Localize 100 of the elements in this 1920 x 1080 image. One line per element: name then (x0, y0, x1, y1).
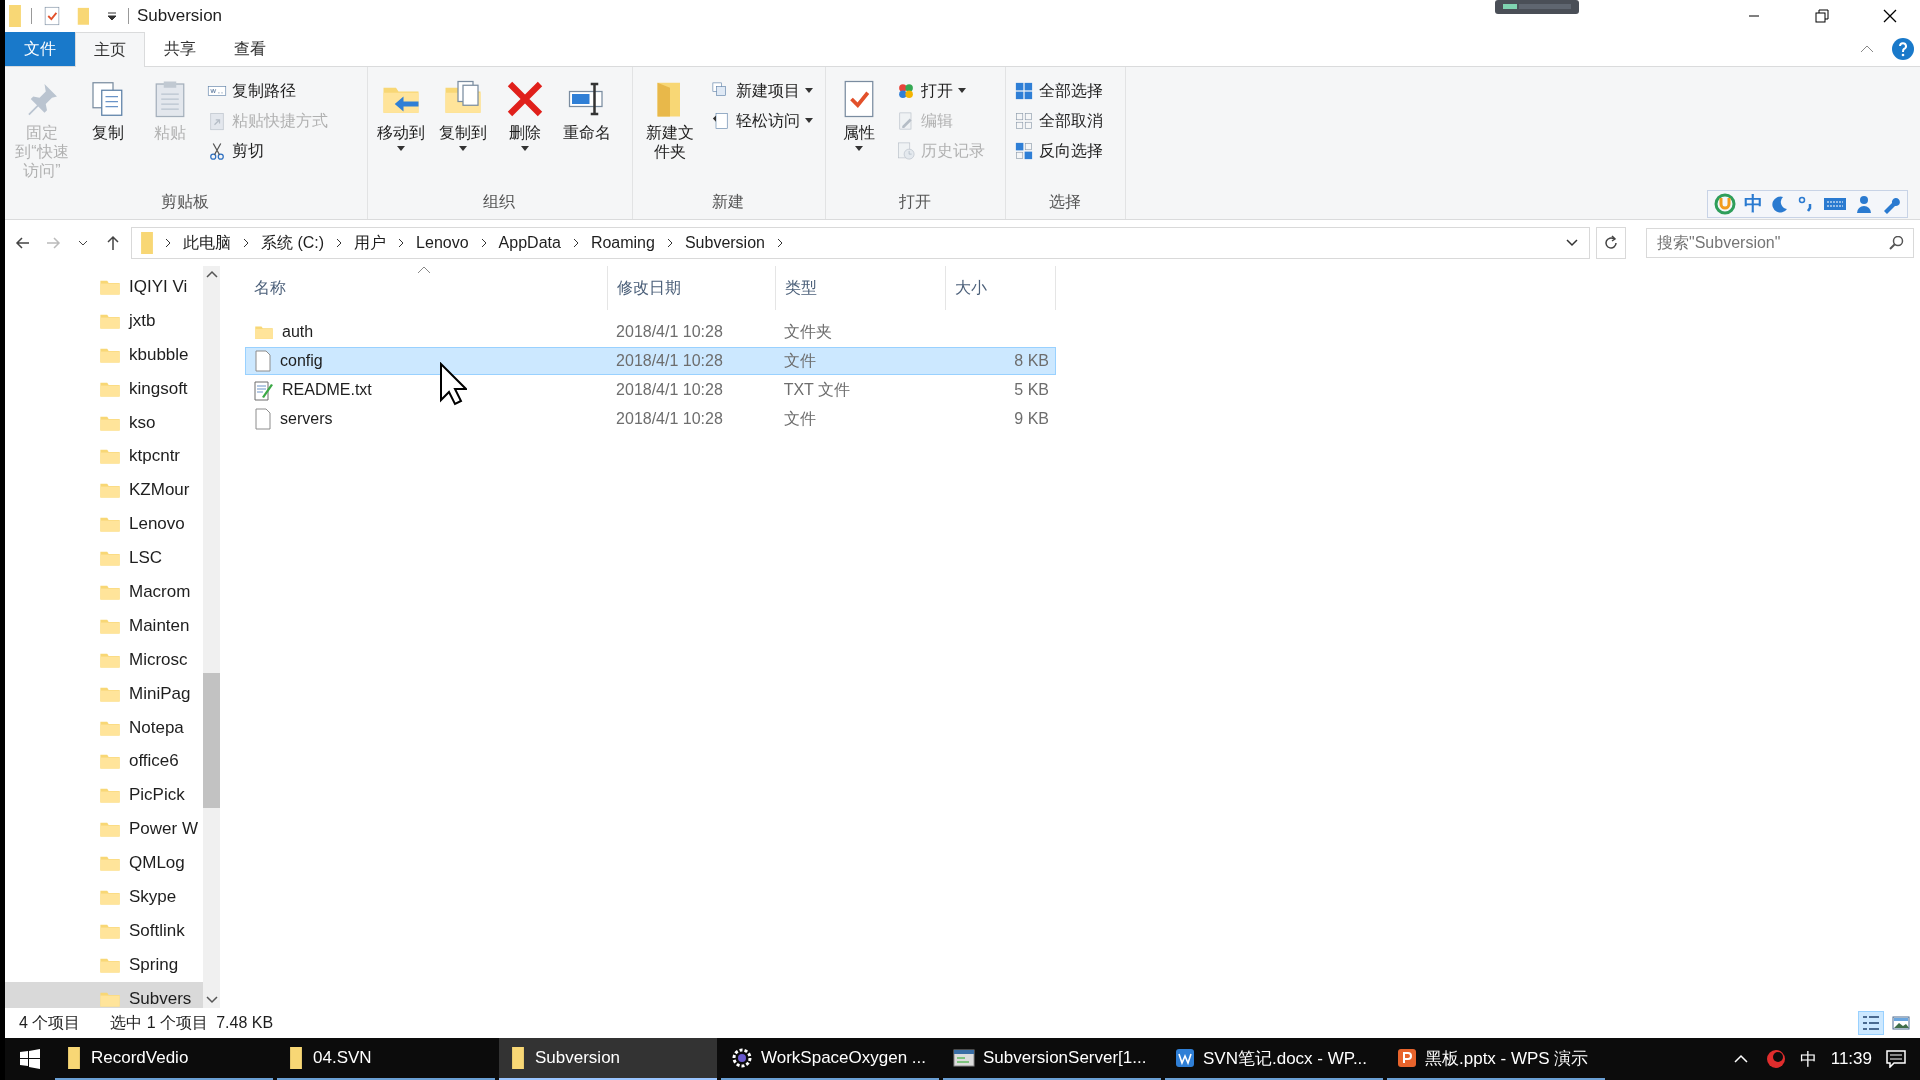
folder-tree-item[interactable]: QMLog (5, 846, 203, 881)
folder-tree-item[interactable]: kso (5, 405, 203, 440)
moon-icon (1771, 195, 1789, 213)
ribbon-button[interactable]: 删除 (496, 73, 554, 159)
address-bar[interactable]: 此电脑 系统 (C:) 用户 Lenovo AppData Roaming Subversion (131, 227, 1590, 259)
clock[interactable]: 11:39 (1830, 1049, 1872, 1069)
taskbar-button[interactable]: WorkSpaceOxygen ... (721, 1038, 939, 1080)
file-row[interactable]: config 2018/4/1 10:28 文件 8 KB (245, 347, 1056, 375)
size-cell-text: 9 KB (1013, 410, 1050, 428)
breadcrumb-item[interactable]: Subversion (681, 234, 768, 252)
back-arrow-icon (15, 235, 31, 251)
group-label: 选择 (1047, 192, 1082, 212)
chevron-up-icon (205, 270, 218, 278)
document-icon (254, 350, 272, 372)
taskbar-button[interactable]: Subversion (499, 1038, 717, 1080)
notification-icon[interactable] (1886, 1050, 1906, 1068)
ribbon-button[interactable]: 剪切 (203, 137, 332, 165)
folder-tree-item[interactable]: office6 (5, 744, 203, 779)
ribbon-button[interactable]: 新建文件夹 (637, 73, 703, 168)
view-toggle-button[interactable] (1858, 1011, 1884, 1035)
ribbon-button[interactable]: 复制到 (434, 73, 492, 159)
file-name: config (280, 352, 323, 370)
column-header[interactable]: 大小 (946, 266, 1056, 310)
file-menu-tab[interactable]: 文件 (5, 32, 75, 66)
folder-tree-item[interactable]: Skype (5, 880, 203, 914)
group-label: 新建 (711, 192, 745, 212)
breadcrumb-item[interactable]: 系统 (C:) (258, 232, 328, 254)
item-count: 4 个项目 (19, 1012, 81, 1033)
folder-tree-item[interactable]: ktpcntr (5, 439, 203, 474)
breadcrumb-item[interactable]: 此电脑 (180, 232, 234, 254)
ribbon-button[interactable]: 复制 (79, 73, 137, 149)
folder-tree-item[interactable]: LSC (5, 541, 203, 575)
breadcrumb-item[interactable]: Lenovo (413, 234, 472, 252)
input-mode-indicator[interactable]: 中 (1799, 1047, 1817, 1071)
tray-app-icon[interactable] (1765, 1049, 1786, 1069)
folder-tree-item[interactable]: Microsc (5, 642, 203, 677)
ribbon-button[interactable]: 全部选择 (1010, 77, 1107, 105)
chevron-icon (397, 238, 406, 248)
ribbon-button[interactable]: 重命名 (558, 73, 616, 149)
folder-tree-item[interactable]: kbubble (5, 337, 203, 372)
folder-tree-item[interactable]: Macrom (5, 575, 203, 609)
ribbon-tab[interactable]: 查看 (215, 32, 285, 66)
search-field[interactable]: 搜索"Subversion" (1646, 228, 1914, 258)
column-header[interactable]: 名称 (245, 266, 608, 310)
input-mode-text[interactable]: 中 (1744, 191, 1763, 217)
document-icon (1175, 1048, 1195, 1068)
chevron-icon (164, 238, 172, 248)
taskbar-button[interactable]: SubversionServer[1... (943, 1038, 1161, 1080)
folder-tree-item[interactable]: kingsoft (5, 371, 203, 406)
taskbar-button[interactable]: RecordVedio (55, 1038, 273, 1080)
folder-tree-item[interactable]: PicPick (5, 778, 203, 813)
ribbon-tab[interactable]: 主页 (75, 32, 145, 67)
help-icon[interactable] (1892, 38, 1914, 60)
file-name: auth (282, 323, 314, 341)
folder-tree-item[interactable]: Lenovo (5, 507, 203, 542)
taskbar-button[interactable]: 黑板.pptx - WPS 演示 (1387, 1038, 1605, 1080)
breadcrumb-item[interactable]: AppData (495, 234, 564, 252)
column-header[interactable]: 修改日期 (608, 266, 776, 310)
taskbar-button[interactable]: SVN笔记.docx - WP... (1165, 1038, 1383, 1080)
power-ring-icon (1714, 193, 1736, 215)
up-arrow-icon (105, 235, 121, 251)
folder-tree-item[interactable]: Notepa (5, 710, 203, 745)
folder-tree-item[interactable]: Mainten (5, 608, 203, 643)
ribbon-button[interactable]: 反向选择 (1010, 137, 1107, 165)
recorder-widget[interactable] (1495, 0, 1579, 14)
document-icon (254, 408, 272, 430)
ribbon-button[interactable]: 复制路径 (203, 77, 332, 105)
ribbon-tab[interactable]: 共享 (145, 32, 215, 66)
date-cell-text: 2018/4/1 10:28 (615, 323, 724, 341)
selection-count: 选中 1 个项目 (110, 1012, 209, 1033)
scrollbar-thumb[interactable] (203, 673, 220, 808)
file-row[interactable]: README.txt 2018/4/1 10:28 TXT 文件 5 KB (245, 376, 1056, 404)
folder-tree-item[interactable]: Power W (5, 812, 203, 847)
ribbon-button[interactable]: 属性 (830, 73, 888, 159)
chevron-icon (335, 238, 344, 248)
forward-arrow-icon (45, 235, 61, 251)
folder-tree-item[interactable]: IQIYI Vi (5, 270, 203, 304)
folder-tree-item[interactable]: Spring (5, 947, 203, 982)
column-header[interactable]: 类型 (776, 266, 946, 310)
folder-icon (509, 1047, 527, 1069)
ribbon-button[interactable]: 新建项目 (707, 77, 817, 105)
file-row[interactable]: servers 2018/4/1 10:28 文件 9 KB (245, 405, 1056, 433)
ribbon-button[interactable]: 全部取消 (1010, 107, 1107, 135)
breadcrumb-item[interactable]: 用户 (351, 232, 390, 254)
ribbon-button[interactable]: 打开 (892, 77, 989, 105)
folder-icon (138, 232, 156, 254)
ribbon-button[interactable]: 移动到 (372, 73, 430, 159)
folder-tree-item[interactable]: MiniPag (5, 676, 203, 711)
refresh-icon (1603, 235, 1619, 251)
folder-tree-item[interactable]: KZMour (5, 473, 203, 508)
breadcrumb-item[interactable]: Roaming (587, 234, 658, 252)
folder-icon (65, 1047, 83, 1069)
ribbon-button[interactable]: 轻松访问 (707, 107, 817, 135)
folder-tree-item[interactable]: jxtb (5, 303, 203, 338)
folder-tree-item[interactable]: Softlink (5, 913, 203, 948)
file-row[interactable]: auth 2018/4/1 10:28 文件夹 (245, 318, 1056, 346)
size-cell-text: 5 KB (1013, 381, 1050, 399)
taskbar-button[interactable]: 04.SVN (277, 1038, 495, 1080)
refresh-button[interactable] (1596, 227, 1626, 259)
folder-tree-item[interactable]: Subvers (5, 981, 203, 1008)
